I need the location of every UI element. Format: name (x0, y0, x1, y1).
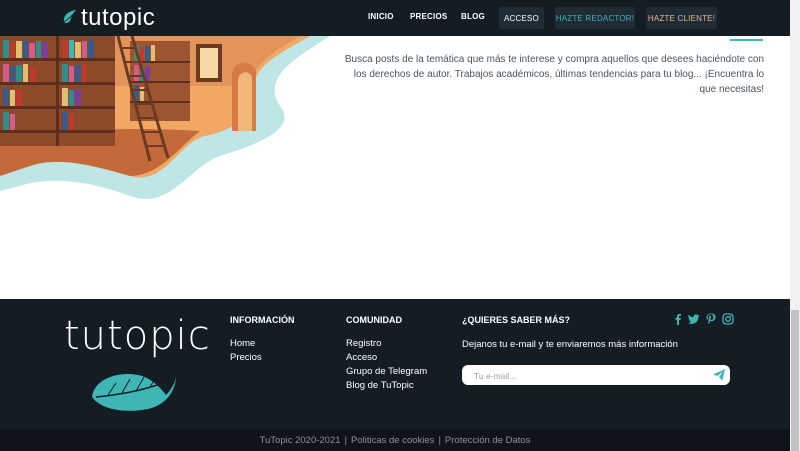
newsletter-title: ¿QUIERES SABER MÁS? (462, 315, 571, 325)
footer-link-blog[interactable]: Blog de TuTopic (346, 380, 414, 391)
instagram-icon[interactable] (722, 313, 734, 325)
library-illustration (0, 36, 330, 200)
twitter-icon[interactable] (688, 313, 700, 325)
separator: | (344, 434, 347, 446)
hazte-cliente-label: HAZTE CLIENTE! (647, 13, 716, 23)
footer-logo[interactable]: tutopic (64, 313, 211, 411)
cookies-link[interactable]: Politicas de cookies (351, 435, 434, 446)
email-input[interactable] (472, 368, 686, 384)
send-icon[interactable] (712, 368, 726, 382)
pinterest-icon[interactable] (705, 313, 717, 325)
feather-logo-icon (92, 373, 176, 411)
feather-logo-icon (63, 10, 76, 24)
scrollbar[interactable] (790, 0, 800, 451)
footer-link-acceso[interactable]: Acceso (346, 352, 377, 363)
copyright-bar: TuTopic 2020-2021 | Politicas de cookies… (0, 429, 790, 451)
newsletter-description: Dejanos tu e-mail y te enviaremos más in… (462, 339, 678, 350)
acceso-button[interactable]: ACCESO (499, 7, 544, 29)
nav-link-precios[interactable]: PRECIOS (410, 12, 447, 21)
hero-description: Busca posts de la temática que más te in… (344, 54, 764, 95)
navbar: tutopic INICIO PRECIOS BLOG ACCESO HAZTE… (0, 0, 790, 36)
header-logo[interactable]: tutopic (62, 2, 155, 34)
nav-link-blog[interactable]: BLOG (461, 12, 485, 21)
section-underline (730, 39, 763, 41)
nav-link-inicio[interactable]: INICIO (368, 12, 394, 21)
hazte-cliente-button[interactable]: HAZTE CLIENTE! (646, 7, 717, 29)
footer-link-telegram[interactable]: Grupo de Telegram (346, 366, 427, 377)
copyright-text: TuTopic 2020-2021 (259, 434, 341, 446)
privacy-link[interactable]: Protección de Datos (445, 435, 531, 446)
facebook-icon[interactable] (672, 313, 684, 325)
footer: tutopic INFORMACIÓN Home Precios COMUNID… (0, 299, 790, 429)
page: tutopic INICIO PRECIOS BLOG ACCESO HAZTE… (0, 0, 790, 451)
separator: | (438, 434, 441, 446)
footer-link-registro[interactable]: Registro (346, 338, 381, 349)
footer-link-home[interactable]: Home (230, 338, 255, 349)
informacion-title: INFORMACIÓN (230, 315, 295, 325)
hazte-redactor-button[interactable]: HAZTE REDACTOR! (555, 7, 635, 29)
footer-logo-text: tutopic (64, 313, 211, 359)
scrollbar-thumb[interactable] (791, 310, 799, 451)
acceso-button-label: ACCESO (504, 13, 539, 23)
comunidad-title: COMUNIDAD (346, 315, 402, 325)
hazte-redactor-label: HAZTE REDACTOR! (555, 13, 635, 23)
footer-link-precios[interactable]: Precios (230, 352, 262, 363)
email-box (462, 365, 730, 385)
header-logo-text: tutopic (81, 4, 156, 31)
